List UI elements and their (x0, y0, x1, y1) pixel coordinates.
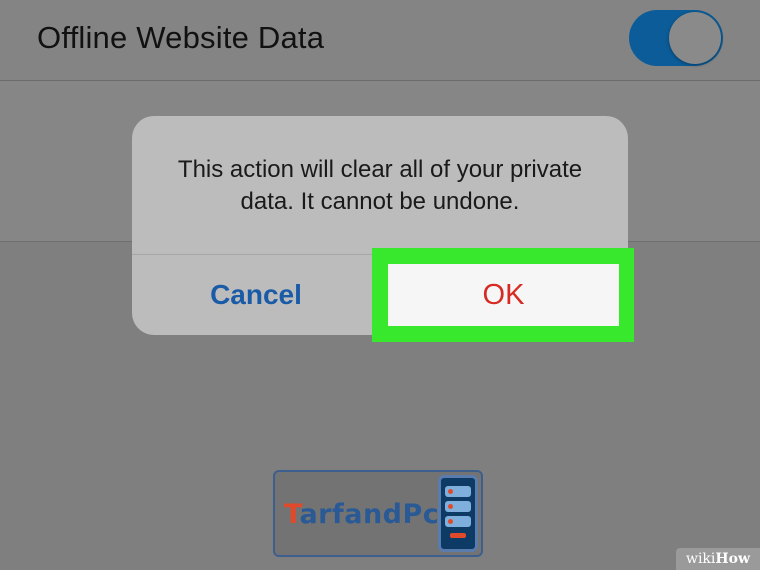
alert-message: This action will clear all of your priva… (177, 156, 583, 215)
watermark-text: TarfandPc (284, 499, 439, 530)
tarfandpc-watermark: TarfandPc (273, 470, 483, 557)
phone-icon (438, 475, 478, 552)
ok-button[interactable]: OK (388, 264, 619, 326)
toggle-knob (669, 12, 721, 64)
watermark-initial: T (284, 499, 300, 530)
settings-screen: Offline Website Data This action will cl… (0, 0, 760, 570)
setting-row-offline-website-data: Offline Website Data (0, 0, 760, 81)
badge-how: How (715, 551, 751, 567)
cancel-button[interactable]: Cancel (132, 255, 380, 335)
watermark-rest: arfandPc (299, 499, 440, 530)
badge-wiki: wiki (685, 551, 716, 567)
wikihow-badge: wiki How (676, 548, 760, 570)
offline-website-data-toggle[interactable] (629, 10, 723, 66)
setting-label: Offline Website Data (37, 20, 325, 55)
